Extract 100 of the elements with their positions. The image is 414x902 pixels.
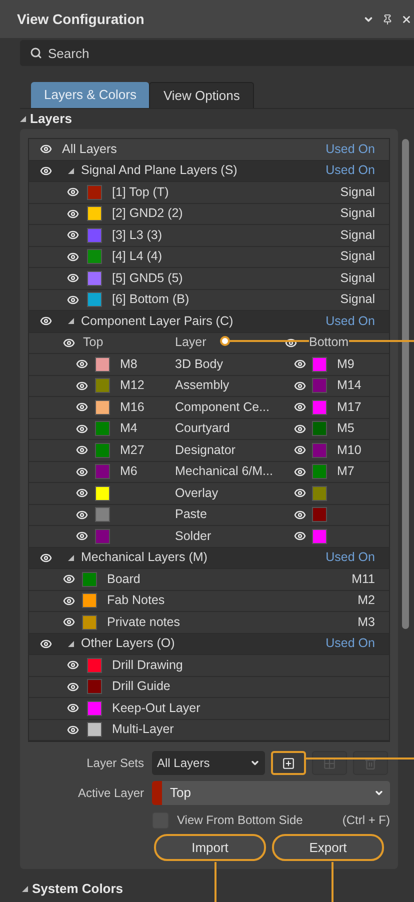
- color-swatch[interactable]: [312, 464, 327, 480]
- color-swatch[interactable]: [312, 421, 327, 436]
- layer-code: M8: [120, 356, 138, 373]
- used-on-label: Used On: [326, 549, 375, 566]
- eye-icon[interactable]: [294, 487, 306, 500]
- search-field[interactable]: Search: [20, 40, 414, 66]
- eye-icon[interactable]: [76, 444, 88, 456]
- color-swatch[interactable]: [95, 464, 110, 480]
- eye-icon[interactable]: [294, 401, 306, 414]
- close-icon[interactable]: [401, 14, 412, 24]
- eye-icon[interactable]: [67, 724, 79, 736]
- color-swatch[interactable]: [87, 679, 102, 694]
- eye-icon[interactable]: [67, 208, 79, 220]
- tab[interactable]: View Options: [149, 82, 254, 108]
- action-button[interactable]: Import: [154, 834, 266, 861]
- color-swatch[interactable]: [87, 700, 102, 716]
- eye-icon[interactable]: [63, 336, 75, 349]
- eye-icon[interactable]: [294, 380, 306, 392]
- color-swatch[interactable]: [87, 722, 102, 738]
- eye-icon[interactable]: [294, 466, 306, 478]
- color-swatch[interactable]: [312, 400, 327, 415]
- eye-icon[interactable]: [67, 680, 79, 693]
- color-swatch[interactable]: [87, 184, 102, 200]
- pin-icon[interactable]: [382, 14, 393, 24]
- layer-name: Designator: [175, 442, 236, 459]
- eye-icon[interactable]: [40, 143, 52, 156]
- layer-name: [1] Top (T): [112, 184, 169, 201]
- color-swatch[interactable]: [312, 507, 327, 522]
- triangle-icon[interactable]: [68, 554, 74, 561]
- color-swatch[interactable]: [95, 486, 110, 501]
- trash-icon: [364, 756, 377, 770]
- eye-icon[interactable]: [40, 552, 52, 564]
- eye-icon[interactable]: [40, 315, 52, 328]
- color-swatch[interactable]: [95, 421, 110, 436]
- grid-icon: [323, 756, 336, 770]
- color-swatch[interactable]: [82, 572, 97, 587]
- eye-icon[interactable]: [67, 186, 79, 198]
- triangle-icon[interactable]: [20, 116, 26, 122]
- layer-sets-dropdown[interactable]: All Layers: [152, 751, 265, 775]
- eye-icon[interactable]: [76, 401, 88, 414]
- layer-code: M10: [337, 442, 362, 459]
- eye-icon[interactable]: [63, 594, 75, 607]
- layer-code: M17: [337, 398, 362, 416]
- color-swatch[interactable]: [312, 528, 327, 544]
- color-swatch[interactable]: [87, 249, 102, 264]
- eye-icon[interactable]: [67, 250, 79, 263]
- color-swatch[interactable]: [82, 593, 97, 608]
- layer-type: Signal: [340, 270, 375, 287]
- layer-name: Board: [107, 570, 140, 588]
- layer-code: M7: [337, 463, 354, 480]
- eye-icon[interactable]: [67, 659, 79, 672]
- leader-line: [214, 862, 217, 902]
- eye-icon[interactable]: [40, 164, 52, 177]
- icon-button[interactable]: [271, 751, 306, 775]
- color-swatch[interactable]: [82, 614, 97, 630]
- color-swatch[interactable]: [95, 528, 110, 544]
- scrollbar[interactable]: [402, 139, 409, 629]
- field-label: Layer Sets: [86, 755, 144, 772]
- eye-icon[interactable]: [294, 508, 306, 521]
- triangle-icon[interactable]: [68, 168, 74, 174]
- eye-icon[interactable]: [76, 508, 88, 521]
- triangle-icon[interactable]: [68, 318, 74, 324]
- eye-icon[interactable]: [67, 294, 79, 306]
- color-swatch[interactable]: [95, 507, 110, 522]
- eye-icon[interactable]: [40, 638, 52, 650]
- color-swatch[interactable]: [312, 486, 327, 501]
- eye-icon[interactable]: [294, 444, 306, 456]
- eye-icon[interactable]: [76, 530, 88, 542]
- color-swatch[interactable]: [312, 442, 327, 458]
- eye-icon[interactable]: [76, 358, 88, 370]
- active-layer-dropdown[interactable]: Top: [152, 781, 390, 805]
- eye-icon[interactable]: [294, 358, 306, 370]
- color-swatch[interactable]: [87, 270, 102, 286]
- color-swatch[interactable]: [87, 206, 102, 222]
- eye-icon[interactable]: [76, 422, 88, 435]
- eye-icon[interactable]: [76, 380, 88, 392]
- color-swatch[interactable]: [312, 378, 327, 394]
- color-swatch[interactable]: [87, 228, 102, 243]
- eye-icon[interactable]: [76, 466, 88, 478]
- eye-icon[interactable]: [67, 229, 79, 242]
- color-swatch[interactable]: [95, 442, 110, 458]
- action-button[interactable]: Export: [272, 834, 384, 861]
- eye-icon[interactable]: [285, 336, 297, 349]
- eye-icon[interactable]: [67, 702, 79, 714]
- color-swatch[interactable]: [95, 356, 110, 372]
- color-swatch[interactable]: [95, 378, 110, 394]
- color-swatch[interactable]: [312, 356, 327, 372]
- color-swatch[interactable]: [87, 292, 102, 308]
- eye-icon[interactable]: [294, 422, 306, 435]
- color-swatch[interactable]: [87, 658, 102, 673]
- used-on-label: Used On: [326, 140, 375, 158]
- color-swatch[interactable]: [95, 400, 110, 415]
- eye-icon[interactable]: [63, 616, 75, 628]
- eye-icon[interactable]: [67, 272, 79, 284]
- eye-icon[interactable]: [294, 530, 306, 542]
- eye-icon[interactable]: [76, 487, 88, 500]
- layer-name: [6] Bottom (B): [112, 291, 190, 308]
- eye-icon[interactable]: [63, 573, 75, 586]
- triangle-icon[interactable]: [68, 640, 74, 647]
- triangle-icon[interactable]: [22, 886, 28, 892]
